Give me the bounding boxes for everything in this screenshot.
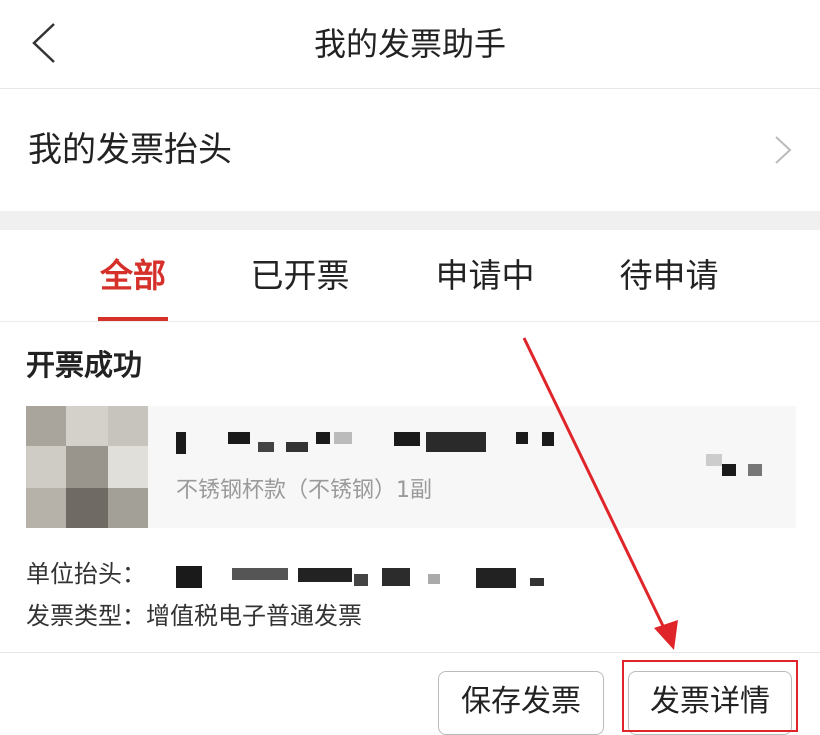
invoice-title-label: 单位抬头： [26, 560, 146, 588]
card-actions: 保存发票 发票详情 [0, 652, 820, 735]
chevron-right-icon [775, 136, 792, 164]
invoice-header-label: 我的发票抬头 [28, 130, 232, 170]
page-title: 我的发票助手 [313, 25, 506, 63]
invoice-detail-button[interactable]: 发票详情 [628, 671, 792, 735]
section-divider [0, 211, 820, 230]
invoice-type-value: 增值税电子普通发票 [146, 602, 362, 630]
invoice-title-row: 单位抬头： [26, 554, 146, 589]
invoice-type-row: 发票类型：增值税电子普通发票 [26, 596, 362, 631]
invoice-card[interactable]: 开票成功 不锈钢杯款（不锈钢）1副 单位抬头： 发票类型：增值税电子普通发票 [0, 322, 820, 652]
invoice-status: 开票成功 [26, 348, 143, 382]
product-description: 不锈钢杯款（不锈钢）1副 [176, 478, 432, 503]
redacted-price [706, 454, 766, 484]
invoice-type-label: 发票类型： [26, 602, 146, 630]
tab-applying[interactable]: 申请中 [433, 230, 537, 321]
invoice-header-row[interactable]: 我的发票抬头 [0, 89, 820, 211]
nav-bar: 我的发票助手 [0, 0, 820, 89]
tab-issued[interactable]: 已开票 [248, 230, 352, 321]
redacted-invoice-title [176, 560, 556, 592]
active-tab-indicator [98, 317, 168, 321]
product-item[interactable]: 不锈钢杯款（不锈钢）1副 [26, 406, 796, 528]
tab-pending[interactable]: 待申请 [617, 230, 721, 321]
redacted-product-title [176, 428, 566, 456]
product-thumbnail [26, 406, 148, 528]
save-invoice-button[interactable]: 保存发票 [438, 671, 604, 735]
invoice-tabs: 全部 已开票 申请中 待申请 [0, 230, 820, 322]
tab-all[interactable]: 全部 [98, 230, 168, 321]
